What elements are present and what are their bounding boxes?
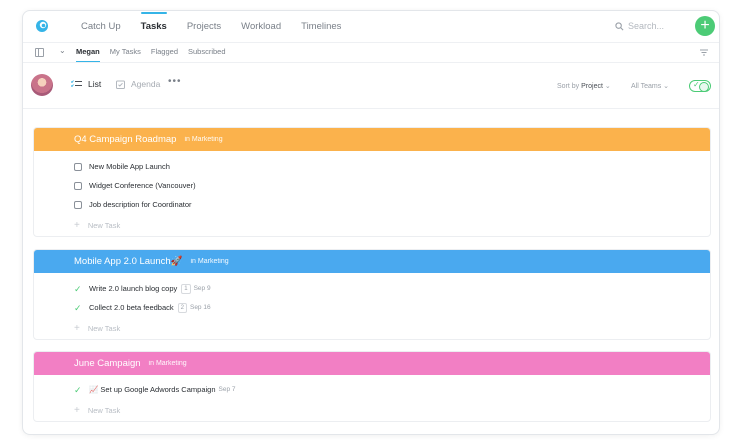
tab-tasks[interactable]: Tasks	[131, 11, 177, 43]
avatar[interactable]	[31, 74, 53, 96]
new-task-label: New Task	[87, 405, 121, 415]
sort-prefix: Sort by	[557, 83, 580, 90]
task-name: Widget Conference (Vancouver)	[89, 181, 196, 190]
new-task-button[interactable]: + New Task	[34, 214, 710, 236]
project-card: Mobile App 2.0 Launch🚀 in Marketing ✓ Wr…	[33, 249, 711, 340]
new-task-label: New Task	[87, 220, 121, 230]
tab-workload[interactable]: Workload	[231, 11, 291, 43]
new-task-button[interactable]: + New Task	[34, 317, 710, 339]
app-window: Catch Up Tasks Projects Workload Timelin…	[22, 10, 720, 435]
subtab-subscribed[interactable]: Subscribed	[183, 43, 231, 63]
project-title: Q4 Campaign Roadmap	[74, 134, 177, 145]
task-name: New Mobile App Launch	[89, 162, 170, 171]
project-title: June Campaign	[74, 358, 141, 369]
view-agenda-button[interactable]: Agenda	[116, 79, 160, 89]
subtab-megan[interactable]: Megan	[71, 43, 105, 63]
project-team: in Marketing	[148, 360, 187, 367]
check-icon: ✓	[693, 80, 700, 89]
task-row[interactable]: ✓ Collect 2.0 beta feedback 2 Sep 16	[34, 298, 710, 317]
top-nav: Catch Up Tasks Projects Workload Timelin…	[23, 11, 719, 43]
new-task-button[interactable]: + New Task	[34, 399, 710, 421]
plus-icon: +	[74, 219, 80, 231]
project-header[interactable]: Mobile App 2.0 Launch🚀 in Marketing	[34, 250, 710, 273]
subtab-flagged[interactable]: Flagged	[146, 43, 183, 63]
tab-projects[interactable]: Projects	[177, 11, 231, 43]
project-header[interactable]: Q4 Campaign Roadmap in Marketing	[34, 128, 710, 151]
tab-catch-up[interactable]: Catch Up	[71, 11, 131, 43]
list-icon	[71, 80, 82, 88]
task-row[interactable]: Widget Conference (Vancouver)	[34, 176, 710, 195]
teams-dropdown[interactable]: All Teams ⌄	[631, 82, 669, 90]
teams-label: All Teams	[631, 83, 662, 90]
task-row[interactable]: ✓ Write 2.0 launch blog copy 1 Sep 9	[34, 279, 710, 298]
view-agenda-label: Agenda	[131, 79, 161, 89]
view-list-button[interactable]: List	[71, 79, 101, 89]
show-completed-toggle[interactable]: ✓	[689, 80, 711, 92]
more-options-icon[interactable]: •••	[168, 76, 182, 87]
sort-value: Project	[581, 83, 603, 90]
search-icon	[615, 21, 624, 30]
subtask-count-badge: 1	[181, 283, 191, 294]
check-icon[interactable]: ✓	[74, 385, 82, 394]
project-card: Q4 Campaign Roadmap in Marketing New Mob…	[33, 127, 711, 237]
plus-icon: +	[74, 404, 80, 416]
due-date: Sep 7	[218, 386, 236, 393]
project-team: in Marketing	[190, 258, 229, 265]
search-input[interactable]	[628, 21, 688, 31]
chevron-down-icon: ⌄	[663, 83, 670, 90]
calendar-icon	[116, 80, 125, 89]
sub-tabs: Megan My Tasks Flagged Subscribed	[71, 43, 231, 63]
task-name: 📈 Set up Google Adwords Campaign	[89, 385, 216, 394]
sub-nav: ⌄ Megan My Tasks Flagged Subscribed	[23, 43, 719, 63]
task-row[interactable]: New Mobile App Launch	[34, 157, 710, 176]
task-name: Job description for Coordinator	[89, 200, 192, 209]
task-name: Collect 2.0 beta feedback	[89, 303, 174, 312]
tab-timelines[interactable]: Timelines	[291, 11, 351, 43]
task-name: Write 2.0 launch blog copy	[89, 284, 178, 293]
chevron-down-icon: ⌄	[604, 83, 611, 90]
task-checkbox[interactable]	[74, 162, 82, 171]
check-icon[interactable]: ✓	[74, 284, 82, 293]
search-box	[615, 21, 688, 31]
sidebar-toggle-icon[interactable]	[35, 48, 44, 57]
view-toolbar: List Agenda ••• Sort by Project ⌄ All Te…	[23, 63, 719, 109]
subtask-count-badge: 2	[177, 302, 187, 313]
task-row[interactable]: ✓ 📈 Set up Google Adwords Campaign Sep 7	[34, 380, 710, 399]
new-task-label: New Task	[87, 323, 121, 333]
main-tabs: Catch Up Tasks Projects Workload Timelin…	[71, 11, 351, 43]
project-team: in Marketing	[184, 136, 223, 143]
due-date: Sep 16	[189, 304, 211, 311]
project-card: June Campaign in Marketing ✓ 📈 Set up Go…	[33, 351, 711, 422]
subtab-my-tasks[interactable]: My Tasks	[105, 43, 146, 63]
project-title: Mobile App 2.0 Launch🚀	[74, 256, 183, 267]
due-date: Sep 9	[193, 285, 211, 292]
plus-icon: +	[74, 322, 80, 334]
chevron-down-icon[interactable]: ⌄	[59, 46, 66, 55]
app-logo-icon[interactable]	[35, 19, 49, 33]
add-button[interactable]: +	[695, 16, 715, 36]
task-checkbox[interactable]	[74, 200, 82, 209]
view-list-label: List	[88, 79, 102, 89]
task-checkbox[interactable]	[74, 181, 82, 190]
project-header[interactable]: June Campaign in Marketing	[34, 352, 710, 375]
sort-dropdown[interactable]: Sort by Project ⌄	[557, 82, 611, 90]
check-icon[interactable]: ✓	[74, 303, 82, 312]
filter-icon[interactable]	[700, 49, 708, 56]
task-row[interactable]: Job description for Coordinator	[34, 195, 710, 214]
